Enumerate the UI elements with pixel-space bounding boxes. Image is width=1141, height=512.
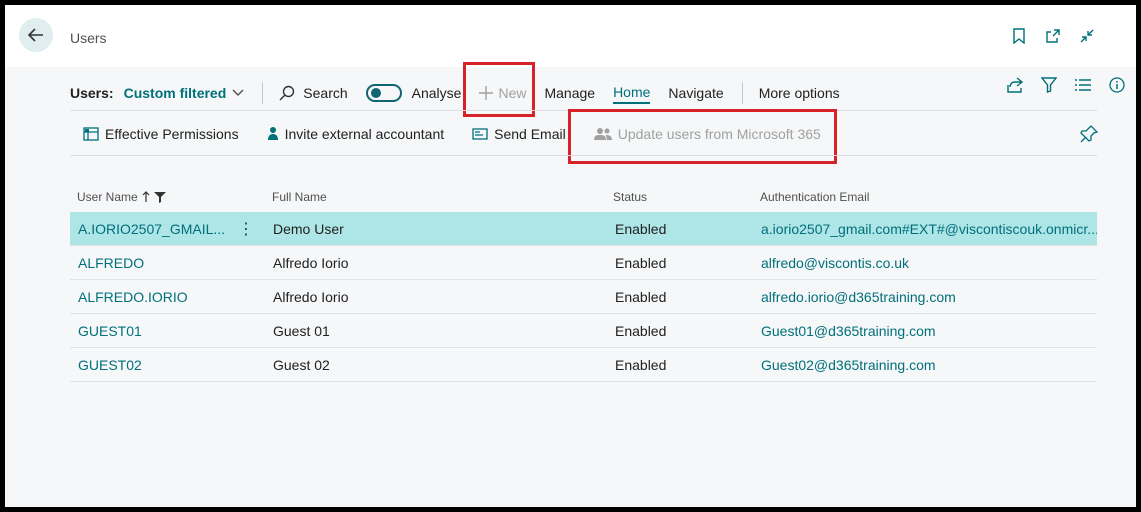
- status-cell: Enabled: [615, 323, 667, 339]
- table-row[interactable]: GUEST01 Guest 01 Enabled Guest01@d365tra…: [70, 314, 1097, 348]
- page-content: Users: Custom filtered Search Analyse Ne…: [5, 62, 1136, 507]
- auth-email-cell: Guest02@d365training.com: [761, 357, 936, 373]
- list-label: Users:: [70, 85, 114, 101]
- info-icon[interactable]: [1108, 76, 1126, 94]
- separator: [741, 82, 743, 104]
- user-name-cell[interactable]: GUEST02: [78, 357, 142, 373]
- table-row[interactable]: A.IORIO2507_GMAIL... ⋮ Demo User Enabled…: [70, 212, 1097, 246]
- send-email-button[interactable]: Send Email: [472, 126, 566, 142]
- auth-email-cell: alfredo@viscontis.co.uk: [761, 255, 910, 271]
- share-icon[interactable]: [1006, 76, 1024, 94]
- table-row[interactable]: ALFREDO.IORIO Alfredo Iorio Enabled alfr…: [70, 280, 1097, 314]
- column-header-user-name[interactable]: User Name: [77, 190, 166, 204]
- search-icon: [279, 85, 295, 101]
- row-menu-icon[interactable]: ⋮: [238, 219, 254, 239]
- app-window: Users Users: Custom filtered Search Anal…: [5, 5, 1136, 507]
- separator: [262, 82, 264, 104]
- full-name-cell: Alfredo Iorio: [273, 289, 349, 305]
- column-header-status[interactable]: Status: [613, 190, 647, 204]
- invite-accountant-button[interactable]: Invite external accountant: [267, 126, 444, 142]
- table-row[interactable]: GUEST02 Guest 02 Enabled Guest02@d365tra…: [70, 348, 1097, 382]
- filter-label: Custom filtered: [123, 85, 227, 101]
- status-cell: Enabled: [615, 255, 667, 271]
- highlight-box-new: [463, 62, 535, 117]
- table-row[interactable]: ALFREDO Alfredo Iorio Enabled alfredo@vi…: [70, 246, 1097, 280]
- user-name-cell[interactable]: ALFREDO: [78, 255, 144, 271]
- page-title: Users: [70, 30, 107, 46]
- full-name-cell: Guest 01: [273, 323, 330, 339]
- bookmark-icon[interactable]: [1010, 27, 1028, 45]
- divider: [70, 155, 1097, 156]
- chevron-down-icon: [232, 89, 244, 96]
- search-button[interactable]: Search: [279, 75, 348, 111]
- user-name-cell[interactable]: ALFREDO.IORIO: [78, 289, 188, 305]
- list-view-icon[interactable]: [1074, 76, 1092, 94]
- user-name-cell[interactable]: GUEST01: [78, 323, 142, 339]
- table-header: User Name Full Name Status Authenticatio…: [70, 184, 1097, 208]
- full-name-cell: Demo User: [273, 221, 344, 237]
- back-button[interactable]: [19, 18, 53, 52]
- auth-email-cell: a.iorio2507_gmail.com#EXT#@viscontiscouk…: [761, 221, 1097, 237]
- auth-email-cell: Guest01@d365training.com: [761, 323, 936, 339]
- pin-icon[interactable]: [1080, 125, 1099, 143]
- effective-permissions-button[interactable]: Effective Permissions: [83, 126, 239, 142]
- permissions-icon: [83, 127, 99, 141]
- home-tab[interactable]: Home: [613, 82, 651, 104]
- user-icon: [267, 127, 278, 140]
- status-cell: Enabled: [615, 357, 667, 373]
- toggle-switch[interactable]: [365, 84, 402, 102]
- filter-icon: [153, 192, 166, 203]
- user-name-cell[interactable]: A.IORIO2507_GMAIL...: [78, 221, 228, 237]
- column-header-full-name[interactable]: Full Name: [272, 190, 327, 204]
- status-cell: Enabled: [615, 221, 667, 237]
- action-bar: Users: Custom filtered Search Analyse Ne…: [70, 75, 1097, 111]
- collapse-icon[interactable]: [1078, 27, 1096, 45]
- sort-arrow-up-icon: [142, 191, 150, 202]
- more-options-button[interactable]: More options: [759, 75, 840, 111]
- full-name-cell: Alfredo Iorio: [273, 255, 349, 271]
- open-new-window-icon[interactable]: [1044, 27, 1062, 45]
- analyse-toggle[interactable]: Analyse: [365, 75, 461, 111]
- manage-tab[interactable]: Manage: [544, 75, 595, 111]
- filter-icon[interactable]: [1040, 76, 1058, 94]
- auth-email-cell: alfredo.iorio@d365training.com: [761, 289, 956, 305]
- back-arrow-icon: [27, 28, 43, 42]
- full-name-cell: Guest 02: [273, 357, 330, 373]
- action-bar-right: [1006, 76, 1126, 94]
- column-header-auth-email[interactable]: Authentication Email: [760, 190, 869, 204]
- email-icon: [472, 128, 488, 140]
- status-cell: Enabled: [615, 289, 667, 305]
- navigate-tab[interactable]: Navigate: [668, 75, 723, 111]
- filter-dropdown[interactable]: Custom filtered: [124, 85, 245, 101]
